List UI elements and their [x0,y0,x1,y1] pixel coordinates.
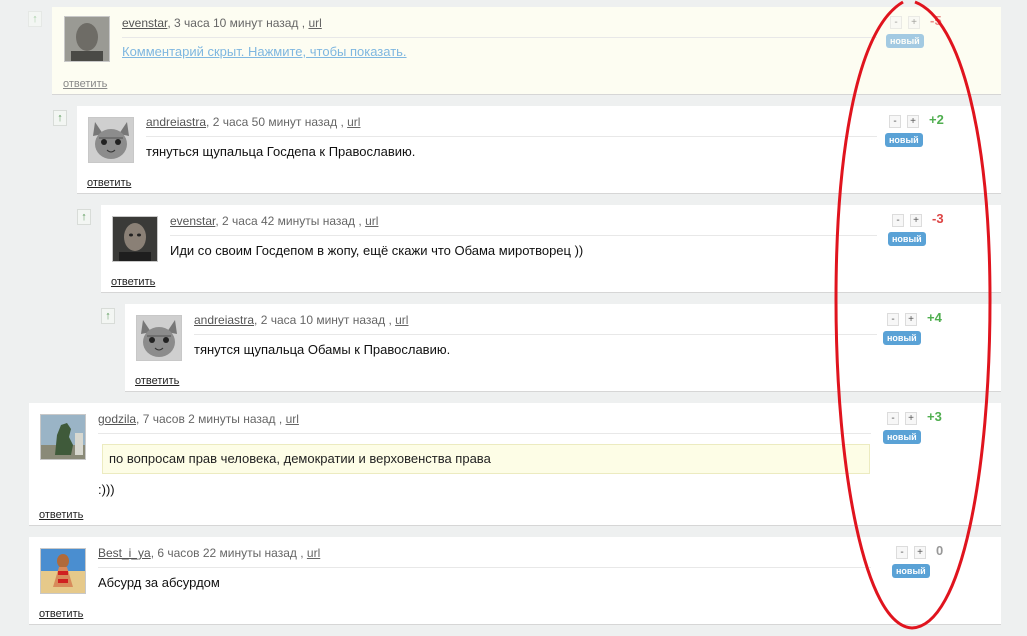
comment-time: 2 часа 10 минут назад [260,313,386,327]
vote-down-button[interactable]: - [889,115,901,128]
comment-score: +4 [927,310,942,325]
permalink[interactable]: url [395,313,408,327]
comment-score: -3 [932,211,944,226]
permalink[interactable]: url [365,214,378,228]
upvote-parent-arrow[interactable]: ↑ [77,209,91,225]
vote-up-button[interactable]: + [914,546,926,559]
author-link[interactable]: evenstar [122,16,167,30]
vote-up-button[interactable]: + [905,313,917,326]
new-badge: новый [883,331,921,345]
divider [146,136,877,137]
avatar[interactable] [112,216,158,262]
new-badge: новый [888,232,926,246]
divider [122,37,877,38]
vote-widget: - + +3 новый [883,409,947,448]
show-hidden-comment-link[interactable]: Комментарий скрыт. Нажмите, чтобы показа… [122,44,407,59]
comment-text: тянуться щупальца Госдепа к Православию. [146,144,416,159]
vote-widget: - + +2 новый [885,112,949,151]
divider [194,334,877,335]
cat-avatar-icon [137,316,181,360]
permalink[interactable]: url [307,546,320,560]
author-link[interactable]: andreiastra [146,115,206,129]
avatar[interactable] [136,315,182,361]
vote-widget: - + +4 новый [883,310,947,349]
permalink[interactable]: url [286,412,299,426]
new-badge: новый [892,564,930,578]
vote-down-button[interactable]: - [892,214,904,227]
author-link[interactable]: godzila [98,412,136,426]
comment-score: +2 [929,112,944,127]
comment-meta: godzila, 7 часов 2 минуты назад , url [98,412,299,426]
godzilla-avatar-icon [41,415,85,459]
vote-widget: - + -3 новый [888,211,952,250]
comment-text: Абсурд за абсурдом [98,575,220,590]
comment-1: andreiastra, 2 часа 50 минут назад , url… [77,106,1001,194]
comment-meta: Best_i_ya, 6 часов 22 минуты назад , url [98,546,321,560]
vote-down-button[interactable]: - [890,16,902,29]
avatar[interactable] [64,16,110,62]
author-link[interactable]: andreiastra [194,313,254,327]
upvote-parent-arrow[interactable]: ↑ [53,110,67,126]
vote-down-button[interactable]: - [896,546,908,559]
beach-avatar-icon [41,549,85,593]
new-badge: новый [885,133,923,147]
comment-meta: andreiastra, 2 часа 10 минут назад , url [194,313,409,327]
author-link[interactable]: Best_i_ya [98,546,151,560]
vote-down-button[interactable]: - [887,313,899,326]
comment-text: Иди со своим Госдепом в жопу, ещё скажи … [170,243,584,258]
comment-4: godzila, 7 часов 2 минуты назад , url по… [29,403,1001,526]
comment-time: 2 часа 42 минуты назад [222,214,356,228]
cat-avatar-icon [89,118,133,162]
new-badge: новый [886,34,924,48]
comment-meta: andreiastra, 2 часа 50 минут назад , url [146,115,361,129]
comment-time: 6 часов 22 минуты назад [157,546,297,560]
comment-5: Best_i_ya, 6 часов 22 минуты назад , url… [29,537,1001,625]
divider [170,235,877,236]
reply-link[interactable]: ответить [111,276,155,288]
permalink[interactable]: url [347,115,360,129]
avatar[interactable] [40,414,86,460]
comment-meta: evenstar, 2 часа 42 минуты назад , url [170,214,379,228]
comment-2: evenstar, 2 часа 42 минуты назад , url И… [101,205,1001,293]
comment-text: тянутся щупальца Обамы к Православию. [194,342,451,357]
upvote-parent-arrow[interactable]: ↑ [28,11,42,27]
vote-up-button[interactable]: + [905,412,917,425]
permalink[interactable]: url [308,16,321,30]
author-link[interactable]: evenstar [170,214,215,228]
reply-link[interactable]: ответить [87,177,131,189]
reply-link[interactable]: ответить [39,509,83,521]
comment-score: +3 [927,409,942,424]
divider [98,433,871,434]
vote-widget: - + -5 новый [886,13,950,52]
comment-time: 3 часа 10 минут назад [174,16,299,30]
vote-up-button[interactable]: + [908,16,920,29]
comment-meta: evenstar, 3 часа 10 минут назад , url [122,16,322,30]
comment-score: 0 [936,543,944,558]
avatar[interactable] [40,548,86,594]
comment-3: andreiastra, 2 часа 10 минут назад , url… [125,304,1001,392]
reply-link[interactable]: ответить [39,608,83,620]
comment-time: 2 часа 50 минут назад [212,115,338,129]
reply-link[interactable]: ответить [63,78,107,90]
vote-up-button[interactable]: + [910,214,922,227]
vote-down-button[interactable]: - [887,412,899,425]
comment-time: 7 часов 2 минуты назад [142,412,276,426]
vote-widget: - + 0 новый [892,543,956,582]
comment-quote: по вопросам прав человека, демократии и … [102,444,870,474]
comment-score: -5 [930,13,942,28]
divider [98,567,871,568]
comment-0: evenstar, 3 часа 10 минут назад , url Ко… [52,7,1001,95]
vote-up-button[interactable]: + [907,115,919,128]
avatar[interactable] [88,117,134,163]
upvote-parent-arrow[interactable]: ↑ [101,308,115,324]
avatar-photo-icon [65,17,109,61]
new-badge: новый [883,430,921,444]
comment-text: Комментарий скрыт. Нажмите, чтобы показа… [122,44,407,59]
reply-link[interactable]: ответить [135,375,179,387]
avatar-photo-icon [113,217,157,261]
comment-text: :))) [98,482,115,497]
